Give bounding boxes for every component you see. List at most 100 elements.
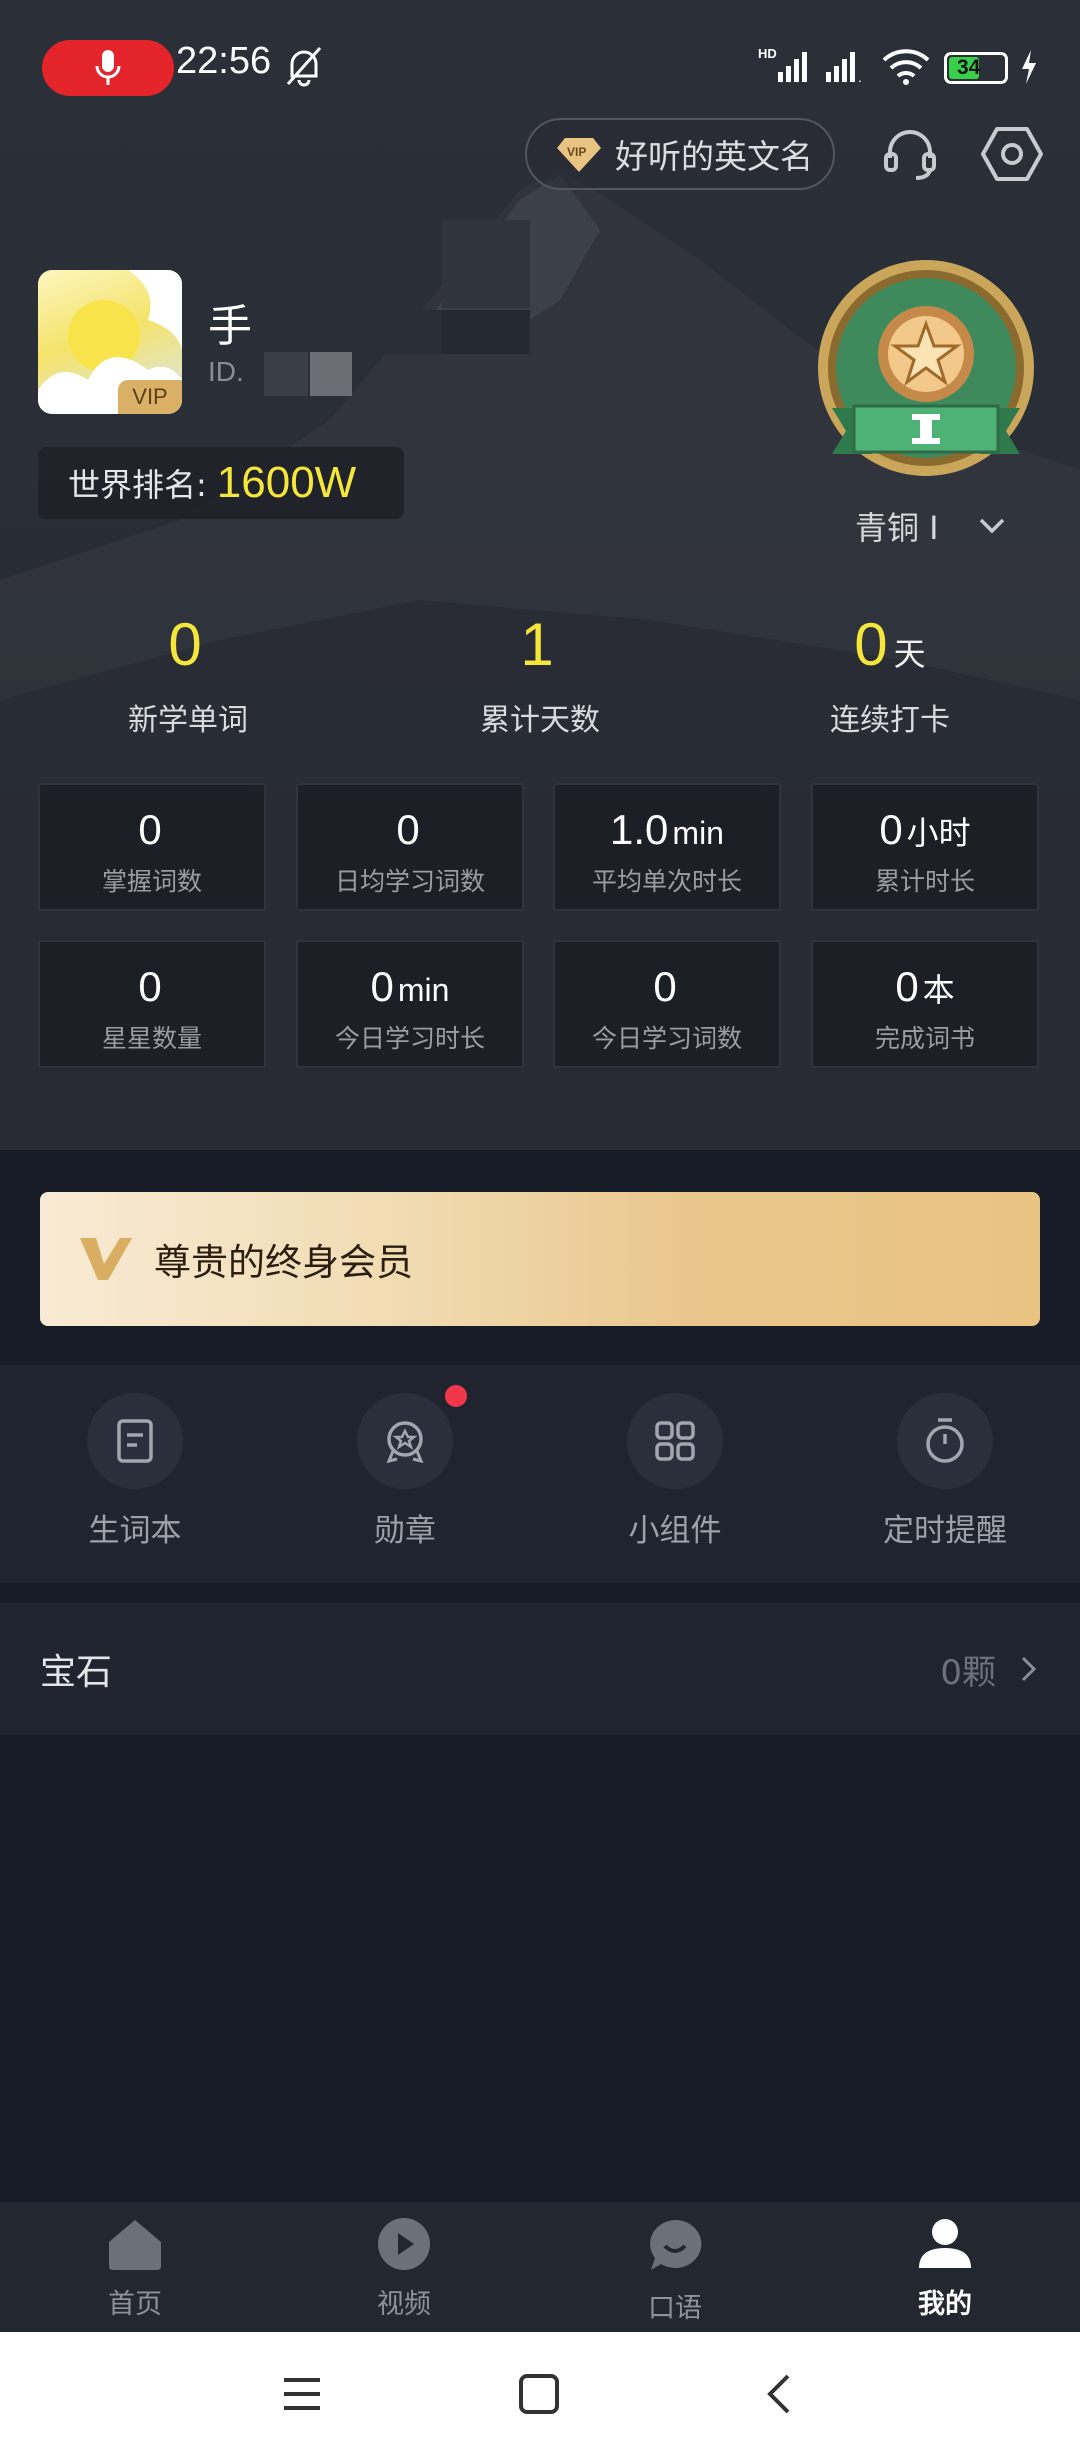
function-label: 小组件: [628, 1513, 722, 1549]
world-rank: 世界排名: 1600W: [38, 447, 404, 519]
headset-icon: [884, 130, 936, 180]
function-vocab-book[interactable]: 生词本: [35, 1393, 235, 1550]
grid-mastered-words: 0 掌握词数: [38, 783, 266, 911]
back-icon[interactable]: [758, 2372, 802, 2416]
rank-level-label: 青铜 I: [855, 509, 939, 547]
grid-label: 星星数量: [101, 1024, 202, 1053]
tab-label: 视频: [377, 2289, 431, 2320]
battery-level: 34: [957, 56, 981, 79]
speech-icon: [650, 2219, 702, 2270]
svg-text:VIP: VIP: [567, 145, 586, 159]
bell-muted-icon: [286, 47, 322, 87]
status-bar: 22:56 HD . 34: [0, 0, 1080, 130]
avatar[interactable]: VIP: [38, 270, 182, 414]
grid-daily-avg-words: 0 日均学习词数: [296, 783, 524, 911]
grid-label: 日均学习词数: [334, 867, 485, 896]
system-navigation-bar: [0, 2332, 1080, 2460]
notebook-icon: [117, 1419, 153, 1463]
avatar-vip-tag: VIP: [118, 380, 182, 414]
stat-label: 新学单词: [128, 703, 248, 738]
home-square-icon[interactable]: [517, 2372, 561, 2416]
world-rank-label: 世界排名:: [68, 466, 207, 504]
grid-value: 0: [370, 963, 394, 1010]
tab-home[interactable]: 首页: [35, 2216, 235, 2321]
function-widgets[interactable]: 小组件: [575, 1393, 775, 1550]
function-timer-reminder[interactable]: 定时提醒: [845, 1393, 1045, 1550]
gems-label: 宝石: [40, 1652, 113, 1693]
bottom-tab-bar: 首页 视频 口语 我的: [0, 2202, 1080, 2332]
grid-unit: 小时: [906, 815, 971, 851]
tab-label: 首页: [108, 2289, 162, 2320]
lifetime-member-banner[interactable]: 尊贵的终身会员: [40, 1192, 1040, 1326]
timer-icon: [926, 1418, 964, 1463]
cell-signal-hd-icon: HD: [758, 46, 807, 82]
recording-indicator[interactable]: [42, 40, 174, 96]
grid-unit: min: [397, 972, 450, 1008]
function-panel: 生词本 勋章 小组件 定时提醒: [0, 1365, 1080, 1583]
grid-label: 掌握词数: [101, 867, 202, 896]
grid-total-time: 0 小时 累计时长: [811, 783, 1039, 911]
stat-total-days: 1 累计天数: [420, 610, 660, 739]
tab-speaking[interactable]: 口语: [575, 2216, 775, 2325]
grid-label: 平均单次时长: [591, 867, 742, 896]
widgets-icon: [655, 1421, 695, 1461]
vip-diamond-icon: VIP: [557, 138, 601, 172]
status-time: 22:56: [176, 40, 272, 82]
settings-button[interactable]: [976, 118, 1048, 190]
grid-value: 0: [138, 806, 162, 853]
chevron-down-icon: [979, 518, 1004, 534]
grid-unit: 本: [922, 972, 955, 1008]
menu-icon[interactable]: [280, 2372, 324, 2416]
cell-signal-icon: .: [826, 52, 862, 85]
medal-icon: [386, 1421, 424, 1464]
svg-text:.: .: [858, 69, 862, 85]
user-id-label: ID.: [208, 356, 244, 387]
charging-icon: [1022, 50, 1036, 84]
app-root: 22:56 HD . 34 VIP 好听的英文名 VIP 手 ID. 世界排名:…: [0, 0, 1080, 2460]
svg-text:HD: HD: [758, 46, 777, 61]
rank-level-selector[interactable]: 青铜 I: [855, 503, 1007, 549]
grid-label: 完成词书: [874, 1024, 975, 1053]
stat-streak: 0天 连续打卡: [770, 610, 1010, 739]
world-rank-value: 1600W: [216, 458, 357, 507]
grid-value: 0: [895, 963, 919, 1010]
profile-icon: [919, 2219, 971, 2268]
customer-service-button[interactable]: [874, 118, 946, 190]
gems-row[interactable]: 宝石 0颗: [0, 1603, 1080, 1735]
microphone-icon: [95, 50, 121, 85]
tab-label: 口语: [648, 2293, 702, 2324]
grid-value: 1.0: [610, 806, 669, 853]
chevron-right-icon: [1021, 1656, 1037, 1682]
home-icon: [109, 2220, 161, 2270]
tab-video[interactable]: 视频: [304, 2216, 504, 2321]
grid-books-completed: 0本 完成词书: [811, 940, 1039, 1068]
stat-label: 累计天数: [480, 703, 600, 738]
wifi-icon: [882, 49, 930, 85]
grid-today-words: 0 今日学习词数: [553, 940, 781, 1068]
vip-english-name-label: 好听的英文名: [615, 137, 813, 176]
grid-unit: min: [672, 815, 724, 851]
grid-value: 0: [879, 806, 903, 853]
stat-label: 连续打卡: [830, 703, 950, 738]
function-label: 生词本: [88, 1513, 182, 1549]
gems-value: 0颗: [940, 1652, 996, 1693]
stat-value: 1: [520, 611, 554, 678]
video-icon: [378, 2218, 430, 2270]
bronze-rank-badge-icon[interactable]: [812, 258, 1040, 478]
grid-value: 0: [396, 806, 420, 853]
tab-mine[interactable]: 我的: [845, 2216, 1045, 2321]
gear-icon: [981, 127, 1043, 181]
grid-value: 0: [653, 963, 677, 1010]
vip-v-icon: [80, 1238, 132, 1280]
grid-today-time: 0 min 今日学习时长: [296, 940, 524, 1068]
vip-english-name-button[interactable]: VIP 好听的英文名: [525, 118, 835, 190]
notification-dot: [445, 1385, 467, 1407]
stat-unit: 天: [893, 636, 926, 672]
grid-avg-session-time: 1.0 min 平均单次时长: [553, 783, 781, 911]
function-label: 勋章: [374, 1513, 436, 1549]
function-medals[interactable]: 勋章: [305, 1385, 505, 1550]
stat-new-words: 0 新学单词: [68, 610, 308, 739]
grid-label: 今日学习词数: [591, 1024, 742, 1053]
battery-indicator: 34: [944, 52, 1008, 84]
tab-label: 我的: [918, 2289, 972, 2320]
